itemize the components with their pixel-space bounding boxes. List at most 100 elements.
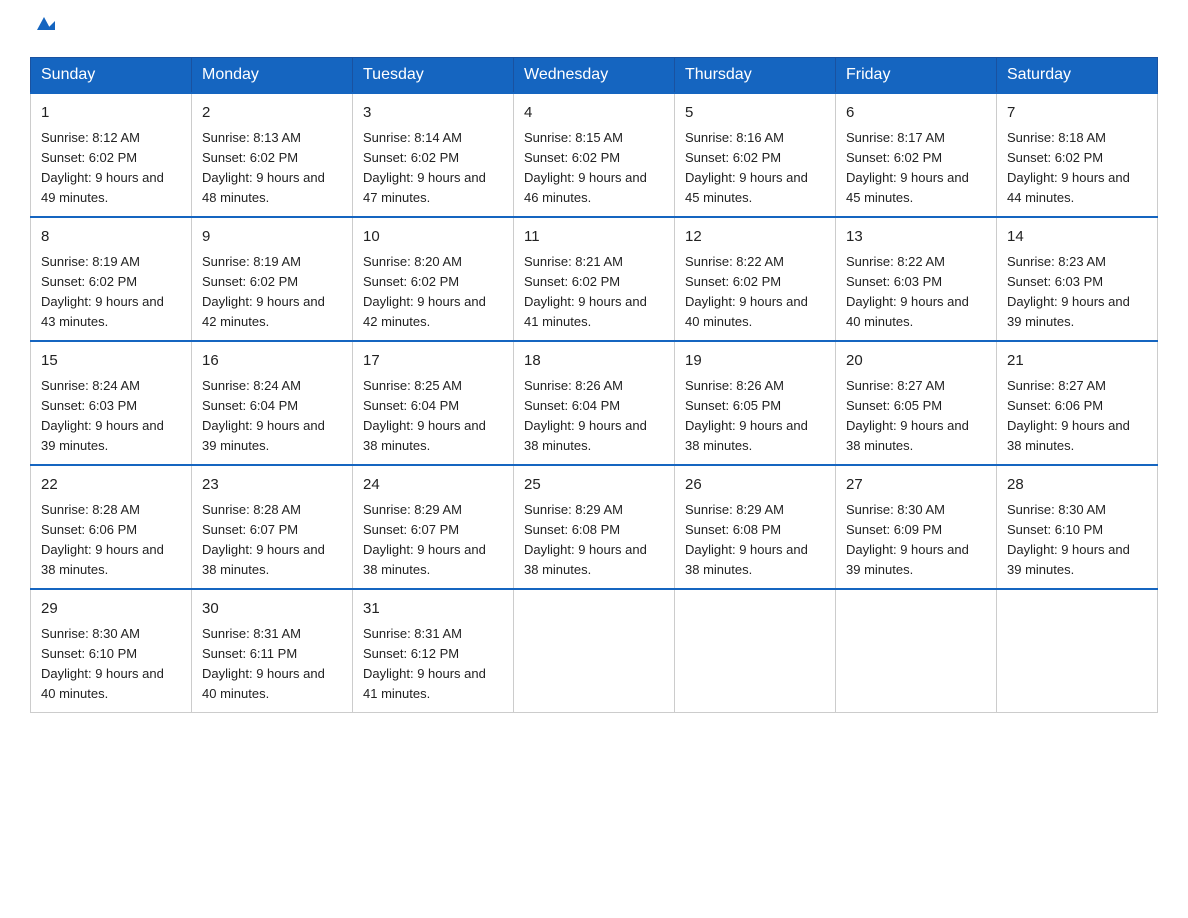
daylight-text: Daylight: 9 hours and 39 minutes. bbox=[1007, 294, 1130, 329]
calendar-cell: 10 Sunrise: 8:20 AMSunset: 6:02 PMDayligh… bbox=[353, 217, 514, 341]
sunset-text: Sunset: 6:04 PM bbox=[363, 398, 459, 413]
calendar-cell: 17Sunrise: 8:25 AMSunset: 6:04 PMDayligh… bbox=[353, 341, 514, 465]
day-info: Sunrise: 8:27 AMSunset: 6:06 PMDaylight:… bbox=[1007, 376, 1147, 457]
sunrise-text: Sunrise: 8:29 AM bbox=[685, 502, 784, 517]
day-info: Sunrise: 8:30 AMSunset: 6:09 PMDaylight:… bbox=[846, 500, 986, 581]
calendar-cell: 9 Sunrise: 8:19 AMSunset: 6:02 PMDaylight… bbox=[192, 217, 353, 341]
calendar-cell: 26Sunrise: 8:29 AMSunset: 6:08 PMDayligh… bbox=[675, 465, 836, 589]
sunset-text: Sunset: 6:08 PM bbox=[685, 522, 781, 537]
calendar-cell: 31Sunrise: 8:31 AMSunset: 6:12 PMDayligh… bbox=[353, 589, 514, 713]
sunset-text: Sunset: 6:02 PM bbox=[1007, 150, 1103, 165]
day-number: 22 bbox=[41, 474, 181, 497]
daylight-text: Daylight: 9 hours and 38 minutes. bbox=[363, 418, 486, 453]
logo bbox=[30, 20, 55, 37]
daylight-text: Daylight: 9 hours and 39 minutes. bbox=[846, 542, 969, 577]
day-number: 6 bbox=[846, 102, 986, 125]
day-number: 16 bbox=[202, 350, 342, 373]
header-row: Sunday Monday Tuesday Wednesday Thursday… bbox=[31, 58, 1158, 94]
calendar-cell: 28Sunrise: 8:30 AMSunset: 6:10 PMDayligh… bbox=[997, 465, 1158, 589]
calendar-cell: 23Sunrise: 8:28 AMSunset: 6:07 PMDayligh… bbox=[192, 465, 353, 589]
day-info: Sunrise: 8:29 AMSunset: 6:07 PMDaylight:… bbox=[363, 500, 503, 581]
day-info: Sunrise: 8:26 AMSunset: 6:05 PMDaylight:… bbox=[685, 376, 825, 457]
col-wednesday: Wednesday bbox=[514, 58, 675, 94]
day-number: 13 bbox=[846, 226, 986, 249]
daylight-text: Daylight: 9 hours and 40 minutes. bbox=[685, 294, 808, 329]
sunrise-text: Sunrise: 8:30 AM bbox=[846, 502, 945, 517]
day-info: Sunrise: 8:22 AMSunset: 6:03 PMDaylight:… bbox=[846, 252, 986, 333]
calendar-cell: 29Sunrise: 8:30 AMSunset: 6:10 PMDayligh… bbox=[31, 589, 192, 713]
daylight-text: Daylight: 9 hours and 42 minutes. bbox=[363, 294, 486, 329]
day-info: Sunrise: 8:15 AMSunset: 6:02 PMDaylight:… bbox=[524, 128, 664, 209]
day-number: 23 bbox=[202, 474, 342, 497]
col-sunday: Sunday bbox=[31, 58, 192, 94]
daylight-text: Daylight: 9 hours and 49 minutes. bbox=[41, 170, 164, 205]
page-wrapper: Sunday Monday Tuesday Wednesday Thursday… bbox=[30, 20, 1158, 713]
day-number: 9 bbox=[202, 226, 342, 249]
daylight-text: Daylight: 9 hours and 38 minutes. bbox=[846, 418, 969, 453]
sunset-text: Sunset: 6:02 PM bbox=[363, 274, 459, 289]
day-number: 5 bbox=[685, 102, 825, 125]
daylight-text: Daylight: 9 hours and 43 minutes. bbox=[41, 294, 164, 329]
daylight-text: Daylight: 9 hours and 38 minutes. bbox=[363, 542, 486, 577]
daylight-text: Daylight: 9 hours and 39 minutes. bbox=[41, 418, 164, 453]
calendar-cell: 22Sunrise: 8:28 AMSunset: 6:06 PMDayligh… bbox=[31, 465, 192, 589]
day-number: 1 bbox=[41, 102, 181, 125]
sunset-text: Sunset: 6:11 PM bbox=[202, 646, 297, 661]
day-info: Sunrise: 8:29 AMSunset: 6:08 PMDaylight:… bbox=[524, 500, 664, 581]
calendar-cell: 13 Sunrise: 8:22 AMSunset: 6:03 PMDayligh… bbox=[836, 217, 997, 341]
sunrise-text: Sunrise: 8:21 AM bbox=[524, 254, 623, 269]
daylight-text: Daylight: 9 hours and 38 minutes. bbox=[202, 542, 325, 577]
calendar-cell: 16 Sunrise: 8:24 AMSunset: 6:04 PMDayligh… bbox=[192, 341, 353, 465]
calendar-cell: 20Sunrise: 8:27 AMSunset: 6:05 PMDayligh… bbox=[836, 341, 997, 465]
week-row-4: 22Sunrise: 8:28 AMSunset: 6:06 PMDayligh… bbox=[31, 465, 1158, 589]
day-number: 20 bbox=[846, 350, 986, 373]
daylight-text: Daylight: 9 hours and 40 minutes. bbox=[846, 294, 969, 329]
calendar-cell: 2Sunrise: 8:13 AMSunset: 6:02 PMDaylight… bbox=[192, 93, 353, 217]
day-number: 24 bbox=[363, 474, 503, 497]
sunset-text: Sunset: 6:06 PM bbox=[1007, 398, 1103, 413]
calendar-cell: 12Sunrise: 8:22 AMSunset: 6:02 PMDayligh… bbox=[675, 217, 836, 341]
sunrise-text: Sunrise: 8:24 AM bbox=[41, 378, 140, 393]
day-number: 26 bbox=[685, 474, 825, 497]
day-info: Sunrise: 8:26 AM Sunset: 6:04 PM Daylight:… bbox=[524, 376, 664, 457]
day-number: 8 bbox=[41, 226, 181, 249]
sunrise-text: Sunrise: 8:28 AM bbox=[41, 502, 140, 517]
day-info: Sunrise: 8:30 AMSunset: 6:10 PMDaylight:… bbox=[41, 624, 181, 705]
sunrise-text: Sunrise: 8:19 AM bbox=[202, 254, 301, 269]
calendar-cell: 3Sunrise: 8:14 AMSunset: 6:02 PMDaylight… bbox=[353, 93, 514, 217]
sunset-text: Sunset: 6:02 PM bbox=[846, 150, 942, 165]
daylight-text: Daylight: 9 hours and 46 minutes. bbox=[524, 170, 647, 205]
day-number: 14 bbox=[1007, 226, 1147, 249]
sunrise-text: Sunrise: 8:26 AM bbox=[524, 378, 623, 393]
daylight-text: Daylight: 9 hours and 38 minutes. bbox=[524, 418, 647, 453]
day-number: 10 bbox=[363, 226, 503, 249]
sunset-text: Sunset: 6:08 PM bbox=[524, 522, 620, 537]
sunset-text: Sunset: 6:04 PM bbox=[524, 398, 620, 413]
sunset-text: Sunset: 6:02 PM bbox=[685, 150, 781, 165]
sunset-text: Sunset: 6:02 PM bbox=[41, 274, 137, 289]
day-info: Sunrise: 8:29 AMSunset: 6:08 PMDaylight:… bbox=[685, 500, 825, 581]
sunrise-text: Sunrise: 8:26 AM bbox=[685, 378, 784, 393]
calendar-cell: 1Sunrise: 8:12 AMSunset: 6:02 PMDaylight… bbox=[31, 93, 192, 217]
sunrise-text: Sunrise: 8:22 AM bbox=[685, 254, 784, 269]
sunset-text: Sunset: 6:02 PM bbox=[41, 150, 137, 165]
calendar-cell bbox=[514, 589, 675, 713]
calendar-cell: 5Sunrise: 8:16 AMSunset: 6:02 PMDaylight… bbox=[675, 93, 836, 217]
day-info: Sunrise: 8:18 AMSunset: 6:02 PMDaylight:… bbox=[1007, 128, 1147, 209]
sunset-text: Sunset: 6:03 PM bbox=[1007, 274, 1103, 289]
week-row-3: 15Sunrise: 8:24 AMSunset: 6:03 PMDayligh… bbox=[31, 341, 1158, 465]
calendar-cell: 14Sunrise: 8:23 AMSunset: 6:03 PMDayligh… bbox=[997, 217, 1158, 341]
day-info: Sunrise: 8:24 AMSunset: 6:04 PMDaylight:… bbox=[202, 376, 342, 457]
calendar-cell bbox=[675, 589, 836, 713]
sunrise-text: Sunrise: 8:31 AM bbox=[363, 626, 462, 641]
sunset-text: Sunset: 6:02 PM bbox=[202, 150, 298, 165]
sunrise-text: Sunrise: 8:28 AM bbox=[202, 502, 301, 517]
day-info: Sunrise: 8:21 AMSunset: 6:02 PMDaylight:… bbox=[524, 252, 664, 333]
sunset-text: Sunset: 6:02 PM bbox=[685, 274, 781, 289]
calendar-cell: 7Sunrise: 8:18 AMSunset: 6:02 PMDaylight… bbox=[997, 93, 1158, 217]
daylight-text: Daylight: 9 hours and 42 minutes. bbox=[202, 294, 325, 329]
day-info: Sunrise: 8:20 AMSunset: 6:02 PMDaylight:… bbox=[363, 252, 503, 333]
day-info: Sunrise: 8:19 AMSunset: 6:02 PMDaylight:… bbox=[202, 252, 342, 333]
day-info: Sunrise: 8:19 AMSunset: 6:02 PMDaylight:… bbox=[41, 252, 181, 333]
sunrise-text: Sunrise: 8:15 AM bbox=[524, 130, 623, 145]
